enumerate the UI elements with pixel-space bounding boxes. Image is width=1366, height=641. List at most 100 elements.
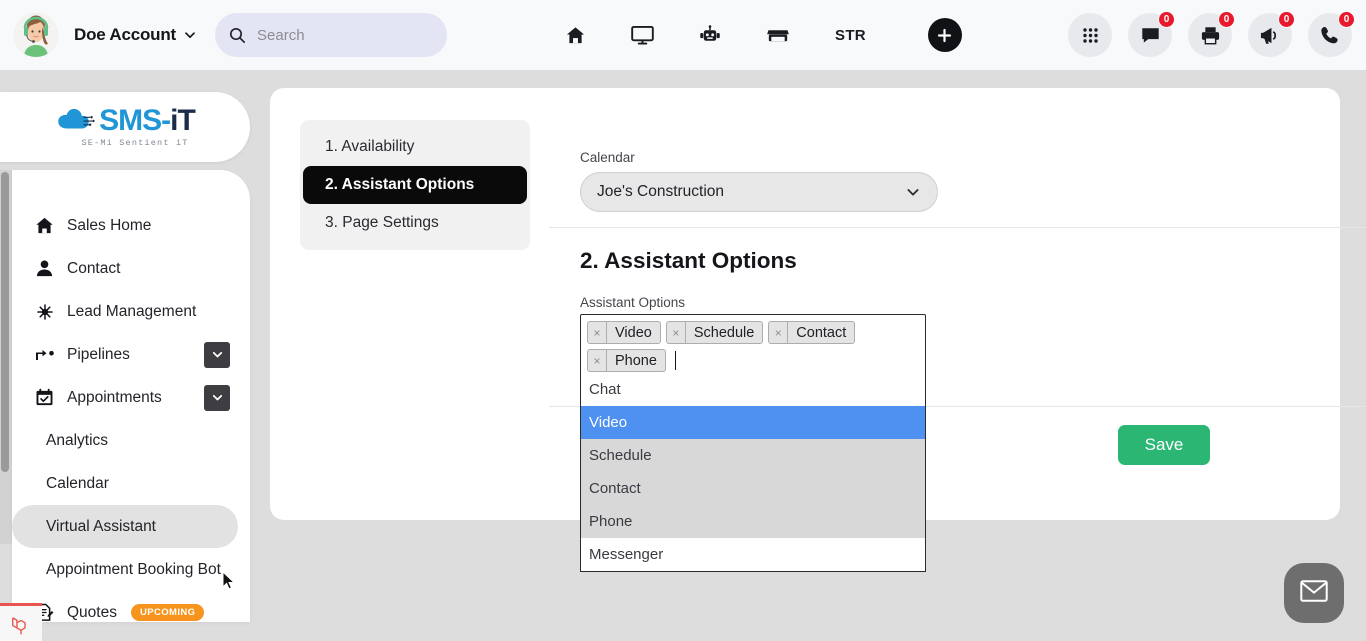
divider-top: [549, 227, 1366, 228]
tag-phone[interactable]: × Phone: [587, 349, 666, 372]
account-name[interactable]: Doe Account: [74, 25, 176, 45]
user-icon: [35, 259, 61, 278]
close-icon[interactable]: ×: [667, 322, 686, 343]
main-content-card: 1. Availability 2. Assistant Options 3. …: [270, 88, 1366, 572]
sidebar-item-analytics[interactable]: Analytics: [12, 419, 250, 462]
sidebar-item-label: Pipelines: [67, 345, 130, 363]
search-icon: [229, 27, 246, 44]
assistant-options-label: Assistant Options: [580, 295, 686, 310]
dropdown-option-schedule[interactable]: Schedule: [581, 439, 925, 472]
logo-tagline: SE-Mi Sentient iT: [81, 138, 189, 148]
status-badge-upcoming: UPCOMING: [130, 604, 205, 621]
save-button[interactable]: Save: [1118, 425, 1210, 465]
envelope-icon: [1300, 579, 1328, 607]
sidebar-item-quotes[interactable]: Quotes UPCOMING: [12, 591, 250, 634]
sidebar-item-label: Lead Management: [67, 302, 197, 320]
sidebar-item-label: Appointments: [67, 388, 162, 406]
mouse-cursor: [222, 570, 238, 598]
dropdown-option-label: Phone: [589, 513, 633, 530]
sidebar-item-label: Appointment Booking Bot: [46, 560, 221, 578]
chevron-down-icon[interactable]: [183, 28, 197, 42]
print-button[interactable]: 0: [1188, 11, 1235, 57]
step-label: 1. Availability: [325, 138, 415, 155]
avatar[interactable]: [14, 13, 58, 57]
sidebar-toggle-appointments[interactable]: [204, 384, 230, 411]
chat-widget-button[interactable]: [1284, 563, 1344, 623]
sidebar-item-lead-management[interactable]: Lead Management: [12, 290, 250, 333]
lead-icon: [35, 302, 61, 322]
assistant-options-tag-input[interactable]: × Video × Schedule × Contact × Phone: [580, 314, 926, 377]
sidebar-item-label: Sales Home: [67, 216, 152, 234]
sidebar-item-virtual-assistant[interactable]: Virtual Assistant: [12, 505, 238, 548]
top-nav-str[interactable]: STR: [835, 27, 866, 44]
search-input[interactable]: [257, 26, 428, 44]
logo-text-it: iT: [170, 104, 196, 137]
tag-video[interactable]: × Video: [587, 321, 661, 344]
dropdown-option-label: Contact: [589, 480, 641, 497]
sidebar-toggle-pipelines[interactable]: [204, 341, 230, 368]
step-assistant-options[interactable]: 2. Assistant Options: [303, 166, 527, 204]
dropdown-option-chat[interactable]: Chat: [581, 373, 925, 406]
top-nav-right: 0 0 0 0: [1068, 11, 1355, 57]
tag-label: Schedule: [693, 324, 755, 341]
step-availability[interactable]: 1. Availability: [303, 128, 527, 166]
cloud-icon: [58, 108, 95, 129]
calls-badge: 0: [1338, 11, 1355, 28]
dropdown-option-label: Messenger: [589, 546, 664, 563]
dropdown-option-contact[interactable]: Contact: [581, 472, 925, 505]
sidebar-item-label: Calendar: [46, 474, 109, 492]
tag-label: Contact: [796, 324, 847, 341]
messages-button[interactable]: 0: [1128, 11, 1175, 57]
step-label: 3. Page Settings: [325, 214, 439, 231]
app-logo[interactable]: SMS-iT SE-Mi Sentient iT: [0, 92, 250, 162]
laravel-icon: [12, 617, 26, 635]
tag-label: Phone: [615, 352, 657, 369]
step-navigation: 1. Availability 2. Assistant Options 3. …: [300, 120, 530, 250]
dropdown-option-messenger[interactable]: Messenger: [581, 538, 925, 571]
home-icon[interactable]: [565, 25, 586, 46]
sidebar-item-label: Quotes: [67, 603, 117, 621]
dropdown-option-label: Schedule: [589, 447, 652, 464]
step-label: 2. Assistant Options: [325, 176, 475, 193]
dropdown-option-label: Chat: [589, 381, 621, 398]
add-button[interactable]: [927, 18, 962, 52]
step-page-settings[interactable]: 3. Page Settings: [303, 204, 527, 242]
calendar-selected-value: Joe's Construction: [597, 183, 725, 200]
store-icon[interactable]: [766, 25, 790, 46]
tag-contact[interactable]: × Contact: [768, 321, 856, 344]
tag-schedule[interactable]: × Schedule: [665, 321, 764, 344]
sidebar-item-calendar[interactable]: Calendar: [12, 462, 250, 505]
close-icon[interactable]: ×: [588, 322, 607, 343]
logo-text-sms: SMS: [99, 104, 162, 137]
messages-badge: 0: [1158, 11, 1175, 28]
sidebar-item-pipelines[interactable]: Pipelines: [12, 333, 250, 376]
sidebar-item-label: Virtual Assistant: [46, 517, 156, 535]
dropdown-option-phone[interactable]: Phone: [581, 505, 925, 538]
pipeline-icon: [35, 347, 61, 363]
monitor-icon[interactable]: [631, 25, 654, 46]
sidebar-item-label: Analytics: [46, 431, 109, 449]
print-badge: 0: [1218, 11, 1235, 28]
sidebar-scrollbar-thumb[interactable]: [1, 172, 9, 472]
calls-button[interactable]: 0: [1308, 11, 1355, 57]
tag-label: Video: [615, 324, 652, 341]
dropdown-option-video[interactable]: Video: [581, 406, 925, 439]
close-icon[interactable]: ×: [769, 322, 789, 343]
sidebar-item-contact[interactable]: Contact: [12, 247, 250, 290]
laravel-debugbar[interactable]: [0, 603, 42, 641]
sidebar-item-sales-home[interactable]: Sales Home: [12, 204, 250, 247]
announcements-badge: 0: [1278, 11, 1295, 28]
robot-icon[interactable]: [699, 24, 721, 46]
apps-grid-button[interactable]: [1068, 13, 1112, 57]
close-icon[interactable]: ×: [588, 350, 607, 371]
calendar-label: Calendar: [580, 150, 635, 165]
dropdown-option-label: Video: [589, 414, 628, 431]
search-box[interactable]: [215, 13, 448, 57]
announcements-button[interactable]: 0: [1248, 11, 1295, 57]
sidebar-item-appointments[interactable]: Appointments: [12, 376, 250, 419]
sidebar-item-appointment-booking-bot[interactable]: Appointment Booking Bot: [12, 548, 250, 591]
calendar-check-icon: [35, 388, 61, 407]
calendar-select[interactable]: Joe's Construction: [580, 172, 938, 212]
sidebar: Sales Home Contact Lead Management Pipel…: [12, 170, 250, 622]
sidebar-scrollbar[interactable]: [0, 170, 12, 544]
